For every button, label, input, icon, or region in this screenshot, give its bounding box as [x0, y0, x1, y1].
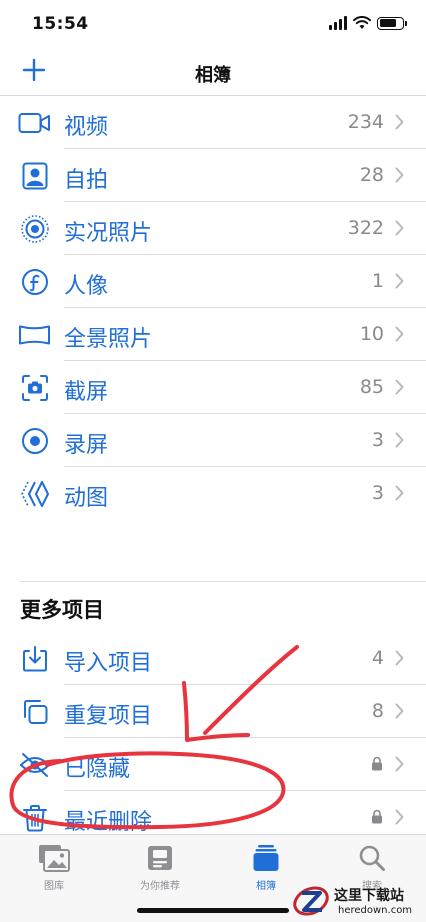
- album-label: 全景照片: [64, 327, 153, 352]
- duplicates-icon: [18, 695, 51, 728]
- album-row-hidden[interactable]: 已隐藏: [0, 738, 426, 791]
- chevron-right-icon: [395, 809, 404, 825]
- chevron-right-icon: [395, 703, 404, 719]
- section-title: 更多项目: [20, 598, 104, 622]
- album-label: 重复项目: [64, 704, 153, 729]
- chevron-right-icon: [395, 432, 404, 448]
- watermark: 这里下载站 heredown.com: [292, 882, 424, 920]
- lock-icon: [372, 809, 382, 824]
- chevron-right-icon: [395, 167, 404, 183]
- home-indicator[interactable]: [137, 908, 289, 913]
- album-count: 3: [371, 482, 384, 504]
- album-label: 实况照片: [64, 221, 153, 246]
- status-bar: 15:54: [0, 0, 426, 48]
- album-count: 234: [347, 111, 384, 133]
- album-row-animated[interactable]: 动图 3: [0, 467, 426, 520]
- album-label: 自拍: [64, 168, 109, 193]
- battery-icon: [377, 16, 407, 30]
- tab-for-you[interactable]: 为你推荐: [110, 843, 210, 892]
- status-icons: [329, 15, 407, 31]
- album-row-portrait[interactable]: 人像 1: [0, 255, 426, 308]
- album-label: 动图: [64, 486, 109, 511]
- album-row-screenshots[interactable]: 截屏 85: [0, 361, 426, 414]
- photo-library-icon: [38, 843, 70, 873]
- navigation-bar: 相簿: [0, 48, 426, 96]
- for-you-icon: [144, 843, 176, 873]
- tab-label: 图库: [44, 881, 64, 892]
- album-count: 1: [371, 270, 384, 292]
- album-label: 录屏: [64, 433, 109, 458]
- chevron-right-icon: [395, 379, 404, 395]
- album-count: 3: [371, 429, 384, 451]
- chevron-right-icon: [395, 114, 404, 130]
- chevron-right-icon: [395, 756, 404, 772]
- selfie-icon: [18, 159, 51, 192]
- hidden-icon: [18, 748, 51, 781]
- trash-icon: [18, 801, 51, 834]
- chevron-right-icon: [395, 326, 404, 342]
- album-label: 视频: [64, 115, 109, 140]
- album-row-duplicates[interactable]: 重复项目 8: [0, 685, 426, 738]
- chevron-right-icon: [395, 650, 404, 666]
- album-label: 导入项目: [64, 651, 153, 676]
- album-row-videos[interactable]: 视频 234: [0, 96, 426, 149]
- wifi-icon: [353, 16, 371, 29]
- section-spacer: [0, 520, 426, 582]
- album-count: 10: [359, 323, 384, 345]
- chevron-right-icon: [395, 273, 404, 289]
- album-count: 8: [371, 700, 384, 722]
- import-icon: [18, 642, 51, 675]
- watermark-text: 这里下载站: [334, 888, 404, 904]
- album-label: 已隐藏: [64, 757, 131, 782]
- screenshot-icon: [18, 371, 51, 404]
- portrait-icon: [18, 265, 51, 298]
- section-header-more: 更多项目: [0, 582, 426, 632]
- album-row-live-photos[interactable]: 实况照片 322: [0, 202, 426, 255]
- panorama-icon: [18, 318, 51, 351]
- page-title: 相簿: [195, 65, 231, 86]
- album-row-selfies[interactable]: 自拍 28: [0, 149, 426, 202]
- live-photo-icon: [18, 212, 51, 245]
- chevron-right-icon: [395, 485, 404, 501]
- search-icon: [356, 843, 388, 873]
- tab-library[interactable]: 图库: [4, 843, 104, 892]
- status-time: 15:54: [32, 14, 89, 34]
- watermark-logo-icon: [293, 886, 329, 916]
- tab-label: 为你推荐: [140, 881, 180, 892]
- screen-recording-icon: [18, 424, 51, 457]
- cellular-signal-icon: [329, 16, 347, 30]
- album-count: 322: [347, 217, 384, 239]
- album-row-screen-recordings[interactable]: 录屏 3: [0, 414, 426, 467]
- albums-list: 视频 234 自拍 28 实况照片 322 人像 1 全景照片 10 截屏 85…: [0, 96, 426, 844]
- album-count: 28: [359, 164, 384, 186]
- lock-icon: [372, 756, 382, 771]
- albums-icon: [250, 843, 282, 873]
- album-row-imports[interactable]: 导入项目 4: [0, 632, 426, 685]
- chevron-right-icon: [395, 220, 404, 236]
- album-label: 最近删除: [64, 810, 153, 835]
- album-count: 85: [359, 376, 384, 398]
- album-row-panoramas[interactable]: 全景照片 10: [0, 308, 426, 361]
- watermark-url: heredown.com: [338, 905, 413, 916]
- video-icon: [18, 106, 51, 139]
- album-label: 截屏: [64, 380, 109, 405]
- album-count: 4: [371, 647, 384, 669]
- album-label: 人像: [64, 274, 109, 299]
- animated-icon: [18, 477, 51, 510]
